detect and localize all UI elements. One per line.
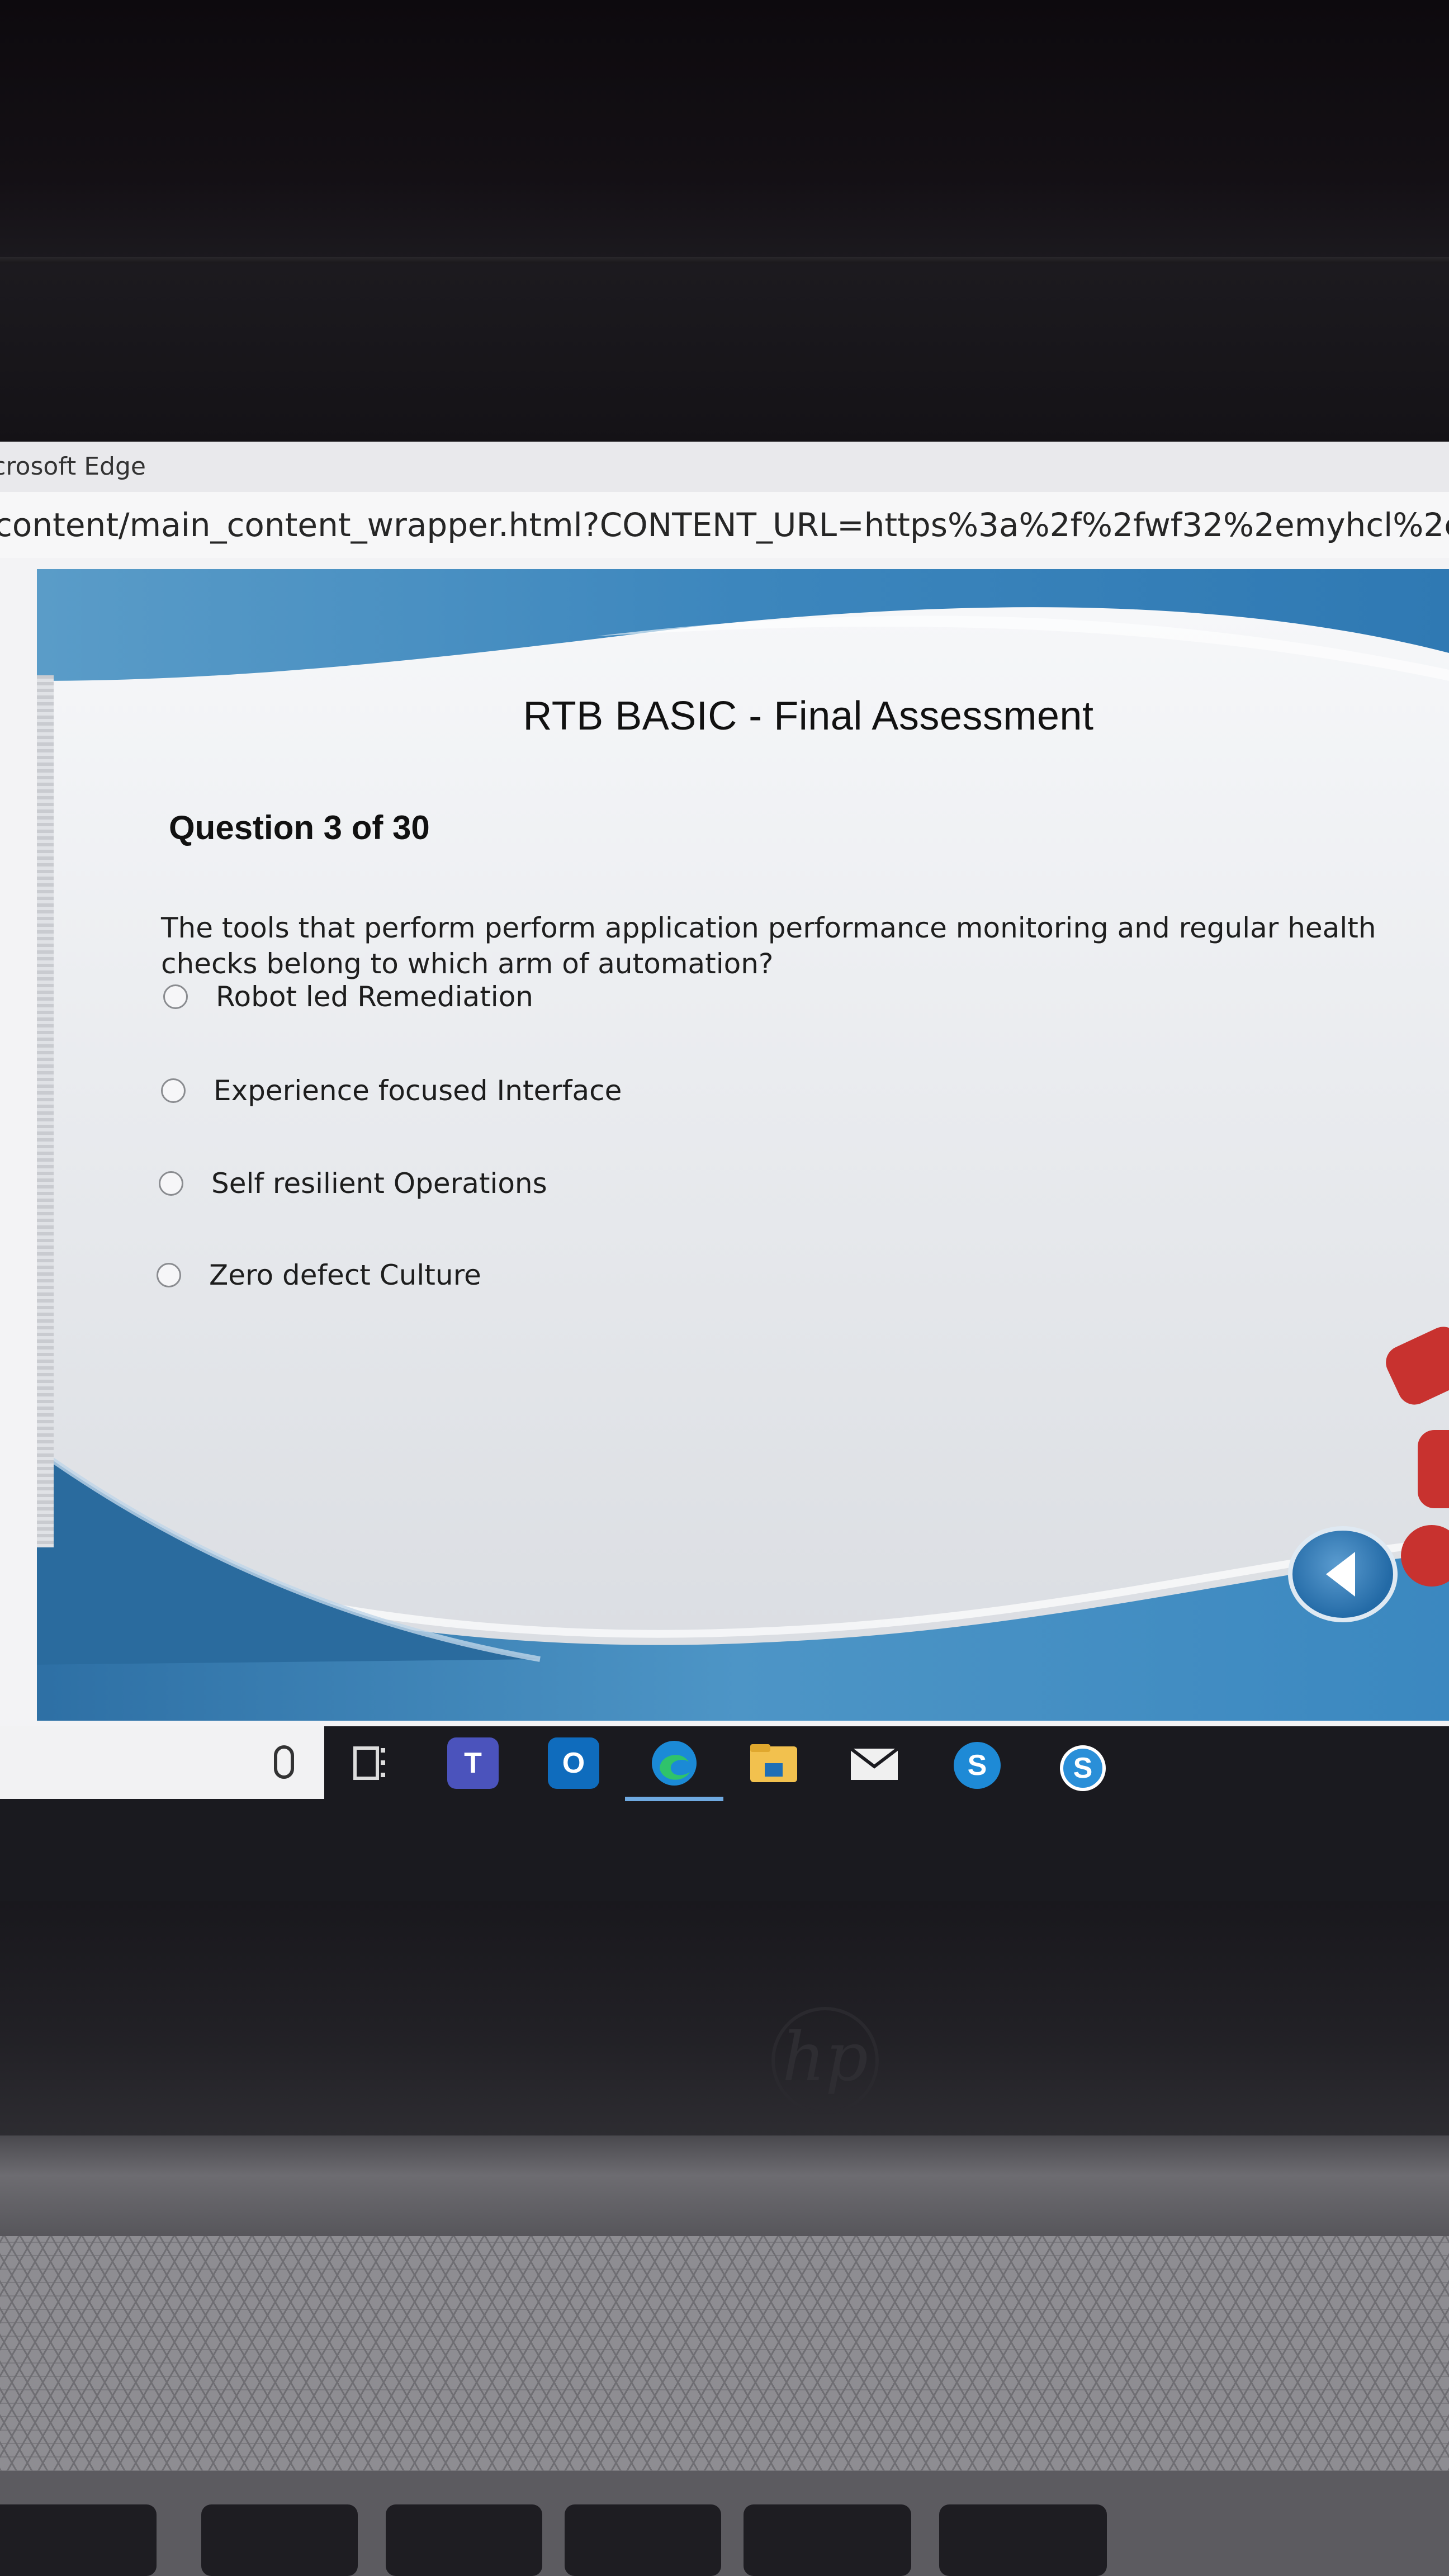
laptop-chin bbox=[0, 1901, 1449, 2135]
speaker-grille bbox=[0, 2236, 1449, 2471]
radio-button[interactable] bbox=[157, 1263, 181, 1287]
answer-option[interactable]: Robot led Remediation bbox=[163, 977, 533, 1016]
answer-option-label: Self resilient Operations bbox=[211, 1167, 547, 1200]
slide-background-waves bbox=[37, 569, 1449, 1721]
keyboard-key bbox=[939, 2504, 1107, 2576]
hp-logo-icon: hp bbox=[771, 2007, 879, 2114]
radio-button[interactable] bbox=[163, 984, 188, 1009]
laptop-hinge bbox=[0, 2135, 1449, 2236]
laptop-screen: icrosoft Edge content/main_content_wrapp… bbox=[0, 442, 1449, 1912]
keyboard-key bbox=[201, 2504, 358, 2576]
mail-icon[interactable] bbox=[849, 1737, 900, 1789]
microphone-icon[interactable] bbox=[274, 1745, 294, 1779]
keyboard-key bbox=[744, 2504, 911, 2576]
back-button[interactable] bbox=[1288, 1526, 1398, 1622]
answer-option[interactable]: Self resilient Operations bbox=[159, 1164, 547, 1203]
address-url[interactable]: content/main_content_wrapper.html?CONTEN… bbox=[0, 492, 1449, 558]
edge-icon[interactable] bbox=[648, 1737, 700, 1789]
browser-titlebar: icrosoft Edge bbox=[0, 442, 1449, 492]
file-explorer-icon[interactable] bbox=[748, 1737, 799, 1789]
teams-icon[interactable]: T bbox=[447, 1737, 499, 1789]
bezel-edge bbox=[0, 257, 1449, 263]
assessment-slide: RTB BASIC - Final Assessment Question 3 … bbox=[37, 569, 1449, 1721]
task-view-icon[interactable] bbox=[345, 1737, 397, 1789]
windows-taskbar: T O S S bbox=[0, 1726, 1449, 1912]
keyboard-key bbox=[0, 2504, 157, 2576]
question-counter: Question 3 of 30 bbox=[169, 809, 430, 846]
skype-icon[interactable]: S bbox=[954, 1742, 1001, 1789]
radio-button[interactable] bbox=[159, 1171, 183, 1196]
browser-title: icrosoft Edge bbox=[0, 452, 146, 481]
question-text: The tools that perform perform applicati… bbox=[161, 912, 1376, 980]
content-frame: RTB BASIC - Final Assessment Question 3 … bbox=[0, 558, 1449, 1726]
answer-option[interactable]: Zero defect Culture bbox=[157, 1256, 481, 1295]
answer-option-label: Zero defect Culture bbox=[209, 1259, 481, 1291]
skype-for-business-icon[interactable]: S bbox=[1060, 1745, 1106, 1791]
radio-button[interactable] bbox=[161, 1078, 186, 1103]
taskbar-search[interactable] bbox=[0, 1726, 324, 1799]
question-mark-graphic-part bbox=[1418, 1430, 1449, 1508]
answer-option-label: Experience focused Interface bbox=[214, 1074, 622, 1107]
active-app-indicator bbox=[625, 1797, 723, 1801]
back-arrow-icon bbox=[1326, 1552, 1355, 1597]
keyboard-key bbox=[386, 2504, 542, 2576]
outlook-icon[interactable]: O bbox=[548, 1737, 599, 1789]
slide-left-strip bbox=[37, 675, 54, 1547]
slide-title: RTB BASIC - Final Assessment bbox=[523, 694, 1094, 738]
address-bar[interactable]: content/main_content_wrapper.html?CONTEN… bbox=[0, 492, 1449, 560]
answer-option-label: Robot led Remediation bbox=[216, 981, 533, 1013]
answer-option[interactable]: Experience focused Interface bbox=[161, 1071, 622, 1110]
keyboard-key bbox=[565, 2504, 721, 2576]
laptop-bezel-top bbox=[0, 0, 1449, 447]
